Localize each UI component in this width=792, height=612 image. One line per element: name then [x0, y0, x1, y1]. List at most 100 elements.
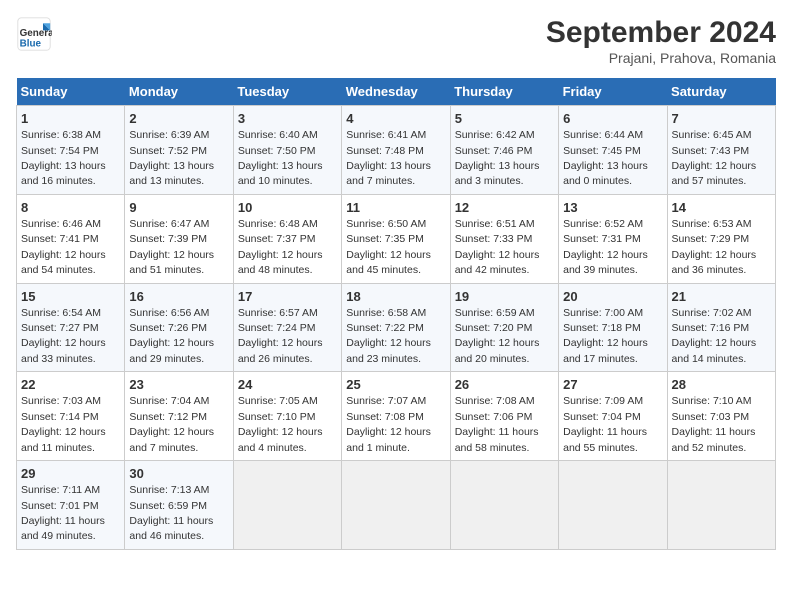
day-info: Sunrise: 6:53 AM Sunset: 7:29 PM Dayligh… — [672, 218, 757, 276]
day-info: Sunrise: 6:41 AM Sunset: 7:48 PM Dayligh… — [346, 129, 431, 187]
day-info: Sunrise: 6:57 AM Sunset: 7:24 PM Dayligh… — [238, 307, 323, 365]
day-info: Sunrise: 6:38 AM Sunset: 7:54 PM Dayligh… — [21, 129, 106, 187]
calendar-cell: 16Sunrise: 6:56 AM Sunset: 7:26 PM Dayli… — [125, 283, 233, 372]
calendar-cell: 24Sunrise: 7:05 AM Sunset: 7:10 PM Dayli… — [233, 372, 341, 461]
calendar-cell: 11Sunrise: 6:50 AM Sunset: 7:35 PM Dayli… — [342, 194, 450, 283]
day-info: Sunrise: 6:44 AM Sunset: 7:45 PM Dayligh… — [563, 129, 648, 187]
calendar-cell: 8Sunrise: 6:46 AM Sunset: 7:41 PM Daylig… — [17, 194, 125, 283]
calendar-cell: 15Sunrise: 6:54 AM Sunset: 7:27 PM Dayli… — [17, 283, 125, 372]
calendar-cell: 14Sunrise: 6:53 AM Sunset: 7:29 PM Dayli… — [667, 194, 775, 283]
location-subtitle: Prajani, Prahova, Romania — [546, 50, 776, 66]
day-info: Sunrise: 7:13 AM Sunset: 6:59 PM Dayligh… — [129, 484, 213, 542]
day-number: 23 — [129, 376, 228, 394]
calendar-cell: 21Sunrise: 7:02 AM Sunset: 7:16 PM Dayli… — [667, 283, 775, 372]
calendar-cell: 23Sunrise: 7:04 AM Sunset: 7:12 PM Dayli… — [125, 372, 233, 461]
day-info: Sunrise: 6:45 AM Sunset: 7:43 PM Dayligh… — [672, 129, 757, 187]
day-number: 13 — [563, 199, 662, 217]
day-info: Sunrise: 7:08 AM Sunset: 7:06 PM Dayligh… — [455, 395, 539, 453]
day-info: Sunrise: 7:02 AM Sunset: 7:16 PM Dayligh… — [672, 307, 757, 365]
day-number: 2 — [129, 110, 228, 128]
day-number: 11 — [346, 199, 445, 217]
calendar-cell — [342, 461, 450, 550]
day-number: 20 — [563, 288, 662, 306]
day-number: 29 — [21, 465, 120, 483]
day-info: Sunrise: 7:09 AM Sunset: 7:04 PM Dayligh… — [563, 395, 647, 453]
calendar-cell: 13Sunrise: 6:52 AM Sunset: 7:31 PM Dayli… — [559, 194, 667, 283]
calendar-cell: 2Sunrise: 6:39 AM Sunset: 7:52 PM Daylig… — [125, 106, 233, 195]
calendar-cell: 10Sunrise: 6:48 AM Sunset: 7:37 PM Dayli… — [233, 194, 341, 283]
day-info: Sunrise: 6:50 AM Sunset: 7:35 PM Dayligh… — [346, 218, 431, 276]
day-number: 16 — [129, 288, 228, 306]
calendar-cell — [233, 461, 341, 550]
day-info: Sunrise: 6:42 AM Sunset: 7:46 PM Dayligh… — [455, 129, 540, 187]
calendar-week-row: 15Sunrise: 6:54 AM Sunset: 7:27 PM Dayli… — [17, 283, 776, 372]
day-number: 5 — [455, 110, 554, 128]
calendar-cell: 29Sunrise: 7:11 AM Sunset: 7:01 PM Dayli… — [17, 461, 125, 550]
calendar-cell: 7Sunrise: 6:45 AM Sunset: 7:43 PM Daylig… — [667, 106, 775, 195]
calendar-cell: 12Sunrise: 6:51 AM Sunset: 7:33 PM Dayli… — [450, 194, 558, 283]
day-number: 21 — [672, 288, 771, 306]
day-number: 28 — [672, 376, 771, 394]
day-number: 9 — [129, 199, 228, 217]
calendar-cell — [450, 461, 558, 550]
calendar-cell: 18Sunrise: 6:58 AM Sunset: 7:22 PM Dayli… — [342, 283, 450, 372]
calendar-cell: 22Sunrise: 7:03 AM Sunset: 7:14 PM Dayli… — [17, 372, 125, 461]
day-number: 1 — [21, 110, 120, 128]
calendar-week-row: 29Sunrise: 7:11 AM Sunset: 7:01 PM Dayli… — [17, 461, 776, 550]
logo: General Blue — [16, 16, 52, 52]
calendar-week-row: 22Sunrise: 7:03 AM Sunset: 7:14 PM Dayli… — [17, 372, 776, 461]
calendar-cell: 3Sunrise: 6:40 AM Sunset: 7:50 PM Daylig… — [233, 106, 341, 195]
calendar-cell: 19Sunrise: 6:59 AM Sunset: 7:20 PM Dayli… — [450, 283, 558, 372]
day-info: Sunrise: 6:54 AM Sunset: 7:27 PM Dayligh… — [21, 307, 106, 365]
day-number: 27 — [563, 376, 662, 394]
day-info: Sunrise: 7:10 AM Sunset: 7:03 PM Dayligh… — [672, 395, 756, 453]
title-block: September 2024 Prajani, Prahova, Romania — [546, 16, 776, 66]
day-info: Sunrise: 6:56 AM Sunset: 7:26 PM Dayligh… — [129, 307, 214, 365]
day-number: 25 — [346, 376, 445, 394]
day-number: 10 — [238, 199, 337, 217]
day-info: Sunrise: 7:11 AM Sunset: 7:01 PM Dayligh… — [21, 484, 105, 542]
month-year-title: September 2024 — [546, 16, 776, 50]
day-info: Sunrise: 6:52 AM Sunset: 7:31 PM Dayligh… — [563, 218, 648, 276]
day-info: Sunrise: 6:47 AM Sunset: 7:39 PM Dayligh… — [129, 218, 214, 276]
header-monday: Monday — [125, 78, 233, 106]
calendar-week-row: 1Sunrise: 6:38 AM Sunset: 7:54 PM Daylig… — [17, 106, 776, 195]
day-number: 30 — [129, 465, 228, 483]
day-number: 3 — [238, 110, 337, 128]
header-saturday: Saturday — [667, 78, 775, 106]
svg-text:Blue: Blue — [20, 39, 42, 50]
day-info: Sunrise: 7:03 AM Sunset: 7:14 PM Dayligh… — [21, 395, 106, 453]
day-info: Sunrise: 6:39 AM Sunset: 7:52 PM Dayligh… — [129, 129, 214, 187]
calendar-cell: 5Sunrise: 6:42 AM Sunset: 7:46 PM Daylig… — [450, 106, 558, 195]
header-wednesday: Wednesday — [342, 78, 450, 106]
day-number: 24 — [238, 376, 337, 394]
header-thursday: Thursday — [450, 78, 558, 106]
header-sunday: Sunday — [17, 78, 125, 106]
day-number: 8 — [21, 199, 120, 217]
calendar-cell — [667, 461, 775, 550]
day-info: Sunrise: 6:48 AM Sunset: 7:37 PM Dayligh… — [238, 218, 323, 276]
day-info: Sunrise: 6:58 AM Sunset: 7:22 PM Dayligh… — [346, 307, 431, 365]
calendar-cell: 26Sunrise: 7:08 AM Sunset: 7:06 PM Dayli… — [450, 372, 558, 461]
day-info: Sunrise: 6:59 AM Sunset: 7:20 PM Dayligh… — [455, 307, 540, 365]
day-number: 12 — [455, 199, 554, 217]
calendar-cell: 25Sunrise: 7:07 AM Sunset: 7:08 PM Dayli… — [342, 372, 450, 461]
day-number: 14 — [672, 199, 771, 217]
day-number: 7 — [672, 110, 771, 128]
calendar-table: SundayMondayTuesdayWednesdayThursdayFrid… — [16, 78, 776, 550]
day-info: Sunrise: 7:00 AM Sunset: 7:18 PM Dayligh… — [563, 307, 648, 365]
calendar-cell: 4Sunrise: 6:41 AM Sunset: 7:48 PM Daylig… — [342, 106, 450, 195]
day-number: 4 — [346, 110, 445, 128]
day-info: Sunrise: 6:40 AM Sunset: 7:50 PM Dayligh… — [238, 129, 323, 187]
header-friday: Friday — [559, 78, 667, 106]
day-number: 26 — [455, 376, 554, 394]
day-number: 19 — [455, 288, 554, 306]
header-tuesday: Tuesday — [233, 78, 341, 106]
day-info: Sunrise: 7:04 AM Sunset: 7:12 PM Dayligh… — [129, 395, 214, 453]
calendar-cell: 17Sunrise: 6:57 AM Sunset: 7:24 PM Dayli… — [233, 283, 341, 372]
calendar-week-row: 8Sunrise: 6:46 AM Sunset: 7:41 PM Daylig… — [17, 194, 776, 283]
calendar-cell: 6Sunrise: 6:44 AM Sunset: 7:45 PM Daylig… — [559, 106, 667, 195]
calendar-cell: 28Sunrise: 7:10 AM Sunset: 7:03 PM Dayli… — [667, 372, 775, 461]
day-info: Sunrise: 7:07 AM Sunset: 7:08 PM Dayligh… — [346, 395, 431, 453]
page-header: General Blue September 2024 Prajani, Pra… — [16, 16, 776, 66]
